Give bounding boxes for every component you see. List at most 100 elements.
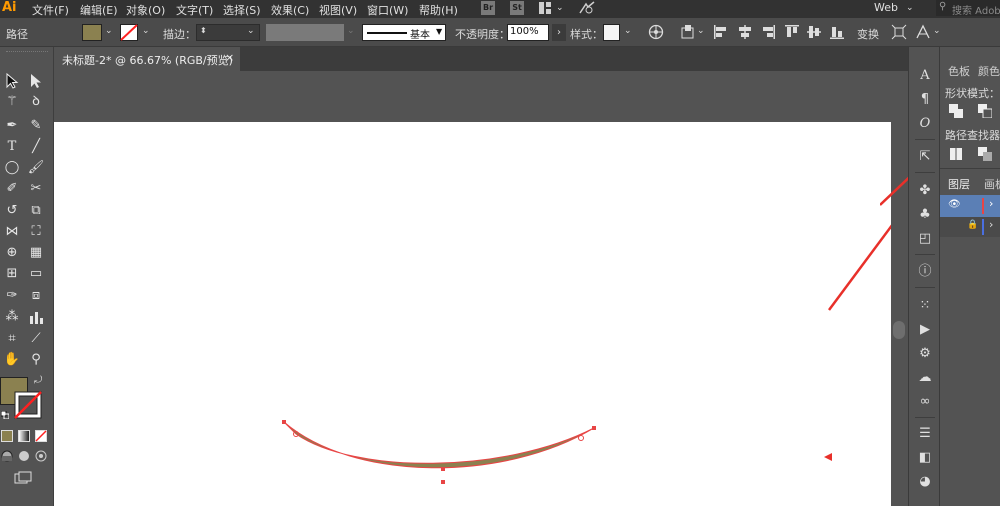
scissors-tool-icon[interactable]: ✂ <box>27 180 45 198</box>
menu-window[interactable]: 窗口(W) <box>367 2 408 18</box>
brushes-panel-icon[interactable]: ✤ <box>916 182 934 200</box>
gradient-tool-icon[interactable]: ▭ <box>27 265 45 283</box>
opacity-arrow-icon[interactable]: › <box>552 24 566 41</box>
align-right-icon[interactable] <box>760 24 776 40</box>
chevron-down-icon[interactable]: ⌄ <box>906 3 914 13</box>
line-segment-tool-icon[interactable]: ╱ <box>27 138 45 156</box>
paintbrush-tool-icon[interactable]: 🖌 <box>27 159 45 177</box>
opacity-input[interactable]: 100% <box>507 24 549 41</box>
minus-front-icon[interactable] <box>978 104 992 118</box>
expand-layer-icon[interactable]: › <box>989 218 993 231</box>
libraries-panel-icon[interactable]: ☁ <box>916 369 934 387</box>
type-tool-icon[interactable]: T <box>3 138 21 156</box>
isolate-selected-icon[interactable] <box>891 24 907 40</box>
chevron-down-icon[interactable]: ⌄ <box>697 26 705 36</box>
menu-object[interactable]: 对象(O) <box>126 2 165 18</box>
brush-definition-dropdown[interactable]: 基本 ▼ <box>362 24 446 41</box>
draw-normal-icon[interactable] <box>1 450 13 462</box>
shape-builder-options-icon[interactable] <box>915 24 931 40</box>
layer-row-1[interactable]: 👁 › <box>940 195 1000 217</box>
panel-grip[interactable] <box>6 51 48 55</box>
chevron-down-icon[interactable]: ⌄ <box>933 26 941 36</box>
graphic-style-swatch[interactable] <box>603 24 620 41</box>
hand-tool-icon[interactable]: ✋ <box>3 351 21 369</box>
search-field[interactable]: ⚲ 搜索 Adobe <box>936 0 1000 17</box>
symbol-sprayer-tool-icon[interactable]: ⁂ <box>3 308 21 326</box>
trim-icon[interactable] <box>978 147 992 161</box>
align-to-icon[interactable] <box>680 24 696 40</box>
recolor-artwork-icon[interactable] <box>648 24 664 40</box>
align-top-icon[interactable] <box>784 24 800 40</box>
menu-edit[interactable]: 编辑(E) <box>80 2 118 18</box>
menu-view[interactable]: 视图(V) <box>319 2 357 18</box>
tab-layers[interactable]: 图层 <box>940 171 974 193</box>
chevron-down-icon[interactable]: ⌄ <box>142 26 150 36</box>
paragraph-panel-icon[interactable]: ¶ <box>916 91 934 109</box>
perspective-grid-tool-icon[interactable]: ▦ <box>27 244 45 262</box>
transparency-panel-icon[interactable]: ◕ <box>916 473 934 491</box>
pen-tool-icon[interactable]: ✒ <box>3 117 21 135</box>
screen-mode-icon[interactable] <box>14 471 32 485</box>
gpu-performance-icon[interactable] <box>578 1 596 15</box>
chevron-down-icon[interactable]: ⌄ <box>247 26 255 36</box>
expand-layer-icon[interactable]: › <box>989 197 993 210</box>
default-fill-stroke-icon[interactable] <box>1 411 9 419</box>
variable-width-profile[interactable] <box>266 24 344 41</box>
rotate-tool-icon[interactable]: ↺ <box>3 202 21 220</box>
selection-tool-icon[interactable] <box>3 72 21 90</box>
stroke-panel-icon[interactable]: ☰ <box>916 425 934 443</box>
bridge-button[interactable]: Br <box>481 1 495 15</box>
direct-selection-tool-icon[interactable] <box>27 72 45 90</box>
artboard[interactable] <box>54 122 891 506</box>
stroke-swatch[interactable] <box>120 24 138 41</box>
chevron-down-icon[interactable]: ⌄ <box>556 3 564 13</box>
unite-icon[interactable] <box>949 104 963 118</box>
mesh-tool-icon[interactable]: ⊞ <box>3 265 21 283</box>
align-bottom-icon[interactable] <box>829 24 845 40</box>
fill-swatch[interactable] <box>82 24 102 41</box>
column-graph-tool-icon[interactable] <box>27 308 45 326</box>
tab-color[interactable]: 颜色 <box>978 63 1000 79</box>
lock-icon[interactable]: 🔒 <box>967 220 978 230</box>
transform-button[interactable]: 变换 <box>857 26 879 42</box>
draw-behind-icon[interactable] <box>18 450 30 462</box>
links-panel-icon[interactable]: ∞ <box>916 393 934 411</box>
artboard-tool-icon[interactable]: ⌗ <box>3 330 21 348</box>
layer-row-2[interactable]: 🔒 › <box>940 217 1000 237</box>
free-transform-tool-icon[interactable]: ⛶ <box>27 223 45 241</box>
gradient-panel-icon[interactable]: ◧ <box>916 449 934 467</box>
info-panel-icon[interactable]: ⓘ <box>916 263 934 281</box>
menu-select[interactable]: 选择(S) <box>223 2 261 18</box>
stock-button[interactable]: St <box>510 1 524 15</box>
export-panel-icon[interactable]: ⇱ <box>916 148 934 166</box>
tab-swatches[interactable]: 色板 <box>948 63 970 79</box>
menu-file[interactable]: 文件(F) <box>32 2 69 18</box>
document-tab[interactable]: 未标题-2* @ 66.67% (RGB/预览) × <box>54 47 240 71</box>
menu-type[interactable]: 文字(T) <box>176 2 213 18</box>
graphic-styles-panel-icon[interactable]: ◰ <box>916 230 934 248</box>
blend-tool-icon[interactable]: ⧈ <box>27 287 45 305</box>
align-left-icon[interactable] <box>713 24 729 40</box>
align-vertical-center-icon[interactable] <box>806 24 822 40</box>
color-mode-icon[interactable] <box>1 430 13 442</box>
draw-inside-icon[interactable] <box>35 450 47 462</box>
close-icon[interactable]: × <box>225 51 234 64</box>
width-tool-icon[interactable]: ⋈ <box>3 223 21 241</box>
stepper-icon[interactable]: ⬍ <box>200 26 207 35</box>
menu-help[interactable]: 帮助(H) <box>419 2 458 18</box>
eyedropper-tool-icon[interactable]: ✑ <box>3 287 21 305</box>
lasso-tool-icon[interactable]: ꝺ <box>27 93 45 111</box>
chevron-down-icon[interactable]: ⌄ <box>624 26 632 36</box>
tab-artboards[interactable]: 画板 <box>984 176 1000 192</box>
zoom-tool-icon[interactable]: ⚲ <box>27 351 45 369</box>
magic-wand-tool-icon[interactable]: ⚚ <box>3 93 21 111</box>
chevron-down-icon[interactable]: ⌄ <box>105 26 113 36</box>
artwork[interactable] <box>54 122 891 506</box>
actions-panel-icon[interactable]: ▶ <box>916 321 934 339</box>
align-horizontal-center-icon[interactable] <box>737 24 753 40</box>
tools-stroke-swatch[interactable] <box>14 391 42 419</box>
opentype-panel-icon[interactable]: O <box>916 115 934 133</box>
shaper-tool-icon[interactable]: ✐ <box>3 180 21 198</box>
stroke-weight-field[interactable]: ⬍ ⌄ <box>196 24 260 41</box>
slice-tool-icon[interactable]: ⟋ <box>27 330 45 348</box>
